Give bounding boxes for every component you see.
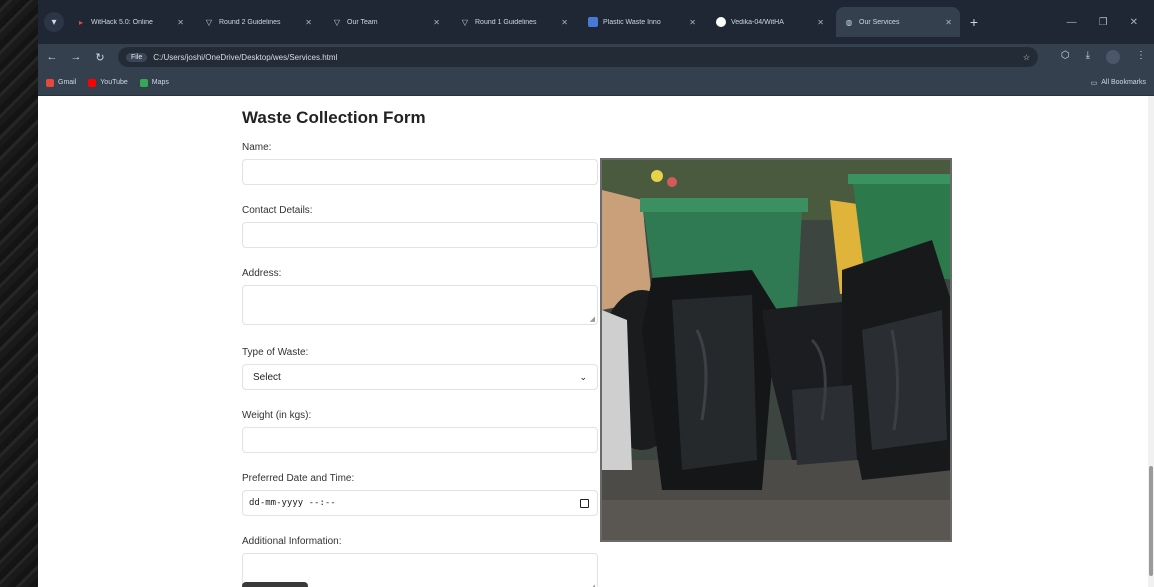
window-close-icon[interactable]: ✕ — [1130, 17, 1138, 28]
waste-collection-form: Waste Collection Form Name: Contact Deta… — [242, 108, 602, 587]
page-content: Waste Collection Form Name: Contact Deta… — [38, 96, 1148, 587]
resize-grip-icon[interactable]: ◢ — [590, 315, 595, 323]
name-input[interactable] — [242, 159, 598, 185]
waste-type-label: Type of Waste: — [242, 347, 309, 358]
bookmark-youtube[interactable]: YouTube — [88, 78, 128, 87]
additional-label: Additional Information: — [242, 536, 342, 547]
chevron-down-icon: ⌄ — [579, 371, 587, 382]
bookmark-label: Gmail — [58, 79, 77, 86]
all-bookmarks[interactable]: ▭ All Bookmarks — [1091, 79, 1146, 87]
datetime-input[interactable]: dd-mm-yyyy --:-- — [242, 490, 598, 516]
name-label: Name: — [242, 142, 272, 153]
github-favicon-icon — [716, 17, 726, 27]
close-icon[interactable]: ✕ — [561, 18, 568, 27]
forward-icon[interactable]: → — [70, 51, 82, 63]
page-scrollbar[interactable] — [1148, 96, 1154, 587]
tab-title: WitHack 5.0: Online — [91, 18, 153, 26]
tab-title: Round 2 Guidelines — [219, 18, 281, 26]
form-title: Waste Collection Form — [242, 108, 426, 127]
waste-type-select[interactable]: Select ⌄ — [242, 364, 598, 390]
tab-title: Our Services — [859, 18, 900, 26]
tab-plastic-waste[interactable]: Plastic Waste Inno ✕ — [580, 7, 704, 37]
folder-icon: ▭ — [1090, 79, 1098, 87]
scrollbar-thumb[interactable] — [1149, 466, 1153, 576]
browser-toolbar: ← → ↻ File C:/Users/joshi/OneDrive/Deskt… — [38, 44, 1154, 70]
bookmark-star-icon[interactable]: ☆ — [1023, 53, 1030, 62]
tab-title: Our Team — [347, 18, 378, 26]
waste-type-value: Select — [253, 371, 281, 383]
address-bar[interactable]: File C:/Users/joshi/OneDrive/Desktop/wes… — [118, 47, 1038, 67]
weight-label: Weight (in kgs): — [242, 410, 312, 421]
site-info-chip[interactable]: File — [126, 52, 148, 62]
reload-icon[interactable]: ↻ — [94, 51, 106, 64]
new-tab-icon[interactable]: + — [964, 14, 984, 30]
youtube-icon — [88, 78, 97, 87]
close-icon[interactable]: ✕ — [689, 18, 696, 27]
datetime-label: Preferred Date and Time: — [242, 473, 355, 484]
resize-grip-icon[interactable]: ◢ — [590, 583, 595, 587]
tab-title: Plastic Waste Inno — [603, 18, 661, 26]
profile-avatar[interactable] — [1106, 50, 1120, 64]
close-icon[interactable]: ✕ — [945, 18, 952, 27]
gmail-icon — [46, 78, 54, 87]
menu-icon[interactable]: ⋮ — [1136, 50, 1146, 64]
tab-strip: ▾ ▸ WitHack 5.0: Online ✕ ▽ Round 2 Guid… — [38, 0, 1154, 44]
devfolio-favicon-icon: ▽ — [205, 17, 213, 27]
restore-icon[interactable]: ❐ — [1099, 17, 1108, 28]
bookmark-label: YouTube — [100, 79, 128, 86]
bookmarks-bar: Gmail YouTube Maps ▭ All Bookmarks — [38, 70, 1154, 96]
close-icon[interactable]: ✕ — [817, 18, 824, 27]
devfolio-favicon-icon: ▽ — [333, 17, 341, 27]
tab-title: Round 1 Guidelines — [475, 18, 537, 26]
contact-input[interactable] — [242, 222, 598, 248]
garbage-image — [602, 160, 950, 540]
submit-button[interactable] — [242, 582, 308, 587]
tab-our-team[interactable]: ▽ Our Team ✕ — [324, 7, 448, 37]
address-url: C:/Users/joshi/OneDrive/Desktop/wes/Serv… — [153, 52, 338, 62]
globe-favicon-icon: ◍ — [845, 17, 853, 27]
devfolio-favicon-icon: ▽ — [461, 17, 469, 27]
back-icon[interactable]: ← — [46, 51, 58, 63]
tab-withack[interactable]: ▸ WitHack 5.0: Online ✕ — [68, 7, 192, 37]
close-icon[interactable]: ✕ — [177, 18, 184, 27]
bookmark-gmail[interactable]: Gmail — [46, 78, 77, 87]
close-icon[interactable]: ✕ — [305, 18, 312, 27]
datetime-placeholder: dd-mm-yyyy --:-- — [249, 498, 336, 508]
tab-our-services[interactable]: ◍ Our Services ✕ — [836, 7, 960, 37]
browser-window: ▾ ▸ WitHack 5.0: Online ✕ ▽ Round 2 Guid… — [38, 0, 1154, 587]
tab-github[interactable]: Vedika-04/WitHA ✕ — [708, 7, 832, 37]
waste-bags-photo — [600, 158, 952, 542]
download-icon[interactable]: ⤓ — [1086, 50, 1090, 64]
background-edge-left — [0, 0, 38, 587]
toolbar-actions: ⬡ ⤓ ⋮ — [1061, 50, 1146, 64]
calendar-icon[interactable] — [580, 498, 589, 508]
bookmark-label: Maps — [151, 79, 169, 86]
withack-favicon-icon: ▸ — [78, 17, 83, 27]
minimize-icon[interactable]: — — [1067, 17, 1077, 28]
docs-favicon-icon — [588, 17, 598, 27]
extensions-icon[interactable]: ⬡ — [1061, 50, 1070, 64]
bookmark-maps[interactable]: Maps — [139, 78, 169, 87]
address-label: Address: — [242, 268, 282, 279]
contact-label: Contact Details: — [242, 205, 313, 216]
close-icon[interactable]: ✕ — [433, 18, 440, 27]
tab-search-icon[interactable]: ▾ — [44, 12, 64, 32]
window-controls: — ❐ ✕ — [1067, 17, 1148, 28]
tab-title: Vedika-04/WitHA — [731, 18, 784, 26]
tab-round1[interactable]: ▽ Round 1 Guidelines ✕ — [452, 7, 576, 37]
maps-icon — [139, 78, 148, 87]
address-textarea[interactable]: ◢ — [242, 285, 598, 325]
weight-input[interactable] — [242, 427, 598, 453]
all-bookmarks-label: All Bookmarks — [1101, 79, 1146, 86]
tab-round2[interactable]: ▽ Round 2 Guidelines ✕ — [196, 7, 320, 37]
